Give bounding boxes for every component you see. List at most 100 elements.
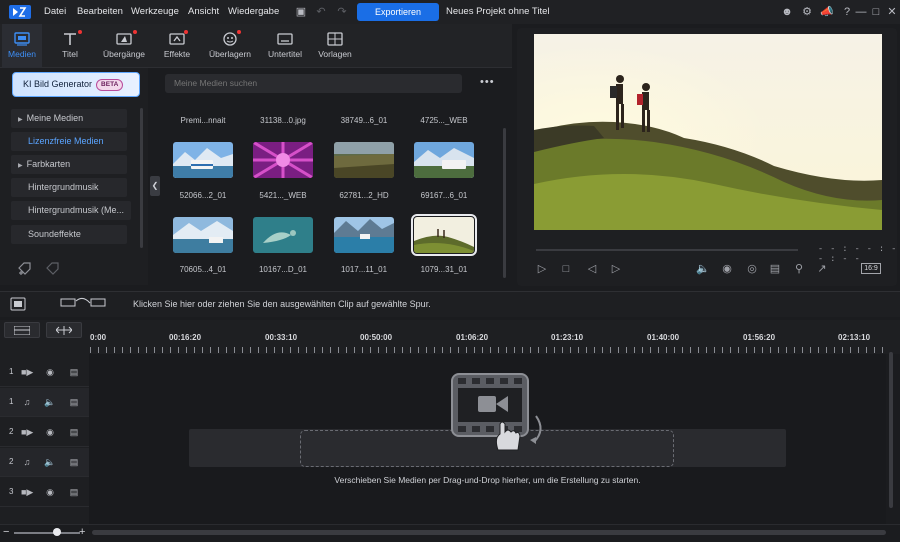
tab-overlay[interactable]: Überlagern — [205, 24, 255, 68]
lock-icon[interactable]: ▤ — [68, 366, 80, 378]
maximize-icon[interactable]: □ — [869, 5, 883, 19]
tab-title-label: Titel — [62, 49, 78, 59]
track-number: 3 — [9, 487, 14, 496]
lock-icon[interactable]: ▤ — [68, 426, 80, 438]
new-badge — [184, 30, 188, 34]
lock-icon[interactable]: ▤ — [68, 486, 80, 498]
media-thumbnail[interactable] — [173, 217, 233, 253]
zoom-slider[interactable] — [14, 532, 80, 534]
category-color-boards[interactable]: ▶ Farbkarten — [11, 155, 127, 174]
tab-templates[interactable]: Vorlagen — [315, 24, 355, 68]
collapse-panel-button[interactable]: ❮ — [150, 176, 160, 196]
effects-icon — [169, 33, 185, 45]
record-icon[interactable]: ◎ — [745, 262, 759, 276]
media-search-input[interactable] — [165, 74, 462, 93]
aspect-ratio-button[interactable]: 16:9 — [861, 263, 881, 274]
category-my-media[interactable]: ▶ Meine Medien — [11, 109, 127, 128]
drag-drop-film-icon — [451, 373, 542, 451]
tab-effects-label: Effekte — [163, 49, 191, 59]
menu-view[interactable]: Ansicht — [188, 6, 219, 17]
previous-frame-icon[interactable]: ◁ — [585, 262, 599, 276]
category-background-music[interactable]: Hintergrundmusik — [11, 178, 127, 197]
media-label: 1017...11_01 — [340, 265, 388, 274]
minimize-icon[interactable]: — — [854, 5, 868, 19]
timeline-ruler[interactable] — [90, 345, 886, 353]
fit-timeline-button[interactable] — [46, 322, 82, 338]
media-thumbnail[interactable] — [334, 217, 394, 253]
category-label: Lizenzfreie Medien — [28, 136, 104, 146]
volume-icon[interactable]: 🔈 — [44, 396, 56, 408]
category-background-music-more[interactable]: Hintergrundmusik (Me... — [11, 201, 131, 220]
track-video-3[interactable]: 3 ■▶ ◉ ▤ — [0, 478, 89, 507]
media-thumbnail[interactable] — [173, 142, 233, 178]
tab-title[interactable]: Titel — [52, 24, 88, 68]
timeline-horizontal-scrollbar[interactable] — [92, 530, 886, 535]
tab-transitions[interactable]: Übergänge — [99, 24, 149, 68]
ai-image-generator-button[interactable]: KI Bild Generator BETA — [12, 72, 140, 97]
tab-media[interactable]: Medien — [2, 24, 42, 68]
track-video-2[interactable]: 2 ■▶ ◉ ▤ — [0, 418, 89, 447]
tab-effects[interactable]: Effekte — [158, 24, 196, 68]
snapshot-icon[interactable]: ◉ — [720, 262, 734, 276]
save-icon[interactable]: ▣ — [294, 5, 308, 19]
media-thumbnail-selected[interactable] — [411, 214, 477, 256]
category-stock-media[interactable]: Lizenzfreie Medien — [11, 132, 127, 151]
timeline-vertical-scrollbar[interactable] — [889, 352, 893, 508]
category-label: Hintergrundmusik — [28, 182, 99, 192]
category-scrollbar[interactable] — [140, 108, 143, 248]
export-button[interactable]: Exportieren — [357, 3, 439, 21]
redo-icon[interactable]: ↷ — [335, 5, 349, 19]
lock-icon[interactable]: ▤ — [68, 396, 80, 408]
play-icon[interactable]: ▷ — [535, 262, 549, 276]
volume-icon[interactable]: 🔈 — [696, 262, 710, 276]
track-manager-button[interactable] — [4, 322, 40, 338]
next-frame-icon[interactable]: ▷ — [609, 262, 623, 276]
undock-icon[interactable]: ↗ — [815, 262, 829, 276]
media-thumbnail[interactable] — [414, 142, 474, 178]
media-thumbnail[interactable] — [334, 142, 394, 178]
media-label: 10167...D_01 — [258, 265, 308, 274]
track-number: 1 — [9, 397, 14, 406]
media-scrollbar[interactable] — [503, 128, 506, 278]
stop-icon[interactable]: □ — [559, 262, 573, 276]
preview-seek-bar[interactable] — [536, 249, 798, 251]
more-options-icon[interactable]: ••• — [480, 76, 495, 88]
help-icon[interactable]: ? — [840, 5, 854, 19]
zoom-out-icon[interactable]: − — [3, 526, 9, 538]
track-audio-1[interactable]: 1 ♫ 🔈 ▤ — [0, 388, 89, 417]
zoom-in-icon[interactable]: + — [79, 526, 85, 538]
settings-icon[interactable]: ⚙ — [800, 5, 814, 19]
notification-icon[interactable]: 📣 — [820, 5, 834, 19]
tab-subtitles[interactable]: Untertitel — [264, 24, 306, 68]
subtitle-toggle-icon[interactable]: ▤ — [768, 262, 782, 276]
category-sound-effects[interactable]: Soundeffekte — [11, 225, 127, 244]
visibility-icon[interactable]: ◉ — [44, 486, 56, 498]
undo-icon[interactable]: ↶ — [314, 5, 328, 19]
visibility-icon[interactable]: ◉ — [44, 366, 56, 378]
menu-playback[interactable]: Wiedergabe — [228, 6, 279, 17]
tab-subtitles-label: Untertitel — [267, 49, 302, 59]
ruler-label: 00:33:10 — [265, 333, 298, 342]
menu-file[interactable]: Datei — [44, 6, 66, 17]
volume-icon[interactable]: 🔈 — [44, 456, 56, 468]
lock-icon[interactable]: ▤ — [68, 456, 80, 468]
media-icon — [14, 32, 30, 46]
track-audio-2[interactable]: 2 ♫ 🔈 ▤ — [0, 448, 89, 477]
menu-tools[interactable]: Werkzeuge — [131, 6, 179, 17]
timeline-view-icon[interactable] — [10, 297, 26, 311]
remove-tag-icon[interactable] — [45, 261, 61, 275]
menu-edit[interactable]: Bearbeiten — [77, 6, 123, 17]
expand-arrow-icon: ▶ — [18, 117, 23, 123]
ruler-label: 01:40:00 — [647, 333, 680, 342]
track-video-1[interactable]: 1 ■▶ ◉ ▤ — [0, 358, 89, 387]
insert-clip-mode-icon[interactable] — [60, 297, 106, 309]
zoom-preview-icon[interactable]: ⚲ — [792, 262, 806, 276]
zoom-slider-handle[interactable] — [53, 528, 61, 536]
media-thumbnail[interactable] — [253, 217, 313, 253]
close-icon[interactable]: ✕ — [885, 5, 899, 19]
media-thumbnail[interactable] — [253, 142, 313, 178]
account-icon[interactable]: ☻ — [780, 5, 794, 19]
visibility-icon[interactable]: ◉ — [44, 426, 56, 438]
audio-track-icon: ♫ — [23, 457, 31, 467]
add-tag-icon[interactable] — [17, 261, 33, 275]
